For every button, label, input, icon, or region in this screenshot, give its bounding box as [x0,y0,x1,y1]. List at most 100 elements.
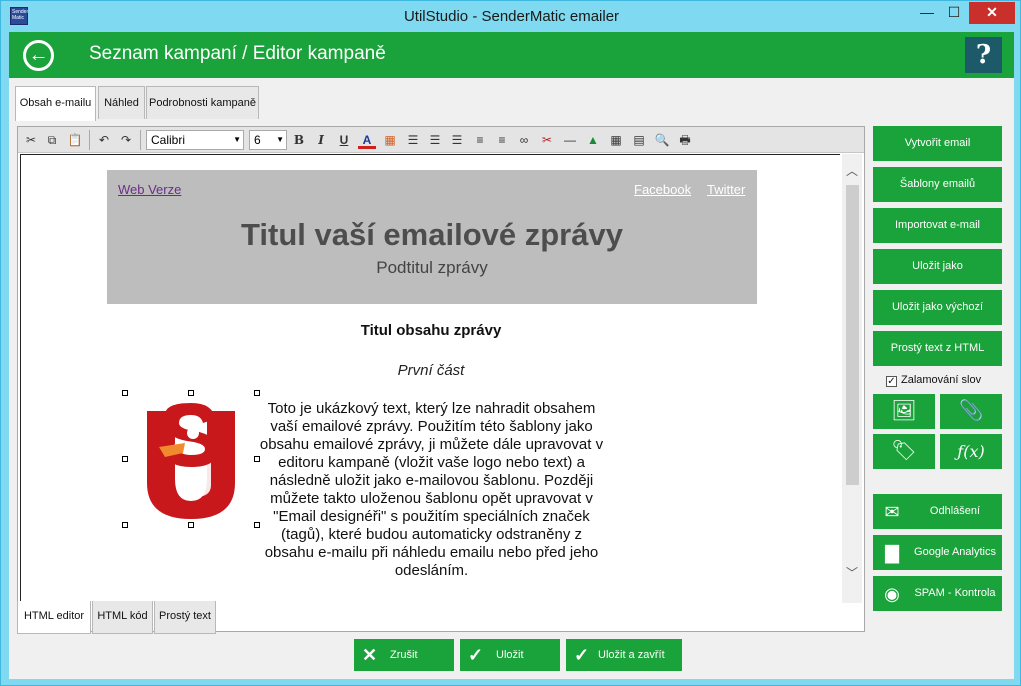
create-email-button[interactable]: Vytvořit email [873,126,1002,161]
save-as-button[interactable]: Uložit jako [873,249,1002,284]
font-size-select[interactable]: 6 ▼ [249,130,287,150]
client-area: ← Seznam kampaní / Editor kampaně ? Obsa… [9,32,1014,679]
word-wrap-label: Zalamování slov [901,374,982,386]
scroll-up-icon[interactable]: ︿ [842,162,862,179]
resize-handle[interactable] [122,390,128,396]
email-title: Titul vaší emailové zprávy [241,217,623,252]
font-size-value: 6 [254,133,261,147]
insert-image-toolbar-icon[interactable]: ▲ [584,131,602,149]
link-icon[interactable]: ∞ [515,131,533,149]
italic-icon[interactable]: I [312,131,330,149]
close-button[interactable]: ✕ [969,2,1015,24]
undo-icon[interactable]: ↶ [95,131,113,149]
insert-image-icon: 🖼 [891,400,917,422]
content-title: Titul obsahu zprávy [360,322,502,339]
align-left-icon[interactable]: ☰ [404,131,422,149]
font-color-icon[interactable]: A [358,131,376,149]
google-analytics-button[interactable]: ▇ Google Analytics [873,535,1002,570]
function-icon: ƒ(x) [957,442,985,461]
app-window: Sender Matic UtilStudio - SenderMatic em… [0,0,1021,686]
selected-logo-image[interactable] [122,390,260,528]
vertical-scrollbar[interactable]: ︿ ﹀ [842,154,862,603]
save-button[interactable]: ✓ Uložit [460,639,560,671]
table-properties-icon[interactable]: ▤ [630,131,648,149]
resize-handle[interactable] [122,456,128,462]
horizontal-line-icon[interactable]: — [561,131,579,149]
help-button[interactable]: ? [965,37,1002,73]
cancel-label: Zrušit [390,649,418,661]
facebook-link[interactable]: Facebook [634,182,691,197]
unsubscribe-button[interactable]: ✉ Odhlášení [873,494,1002,529]
copy-icon[interactable]: ⧉ [43,131,61,149]
underline-icon[interactable]: U [335,131,353,149]
scroll-down-icon[interactable]: ﹀ [842,564,862,581]
editor-toolbar: ✂ ⧉ 📋 ↶ ↷ Calibri ▼ 6 ▼ B I U A ▦ ☰ ☰ ☰ … [18,127,864,153]
save-and-close-button[interactable]: ✓ Uložit a zavřít [566,639,682,671]
resize-handle[interactable] [122,522,128,528]
scroll-thumb[interactable] [846,185,859,485]
toolbar-divider [140,130,141,150]
word-wrap-checkbox[interactable]: ✓ Zalamování slov [886,374,981,387]
bar-chart-icon: ▇ [885,543,899,563]
save-as-default-button[interactable]: Uložit jako výchozí [873,290,1002,325]
checkmark-icon: ✓ [574,645,590,665]
google-analytics-label: Google Analytics [914,546,996,558]
unsubscribe-icon: ✉ [884,502,900,522]
resize-handle[interactable] [254,390,260,396]
html-editor-panel: ✂ ⧉ 📋 ↶ ↷ Calibri ▼ 6 ▼ B I U A ▦ ☰ ☰ ☰ … [17,126,865,632]
email-subtitle: Podtitul zprávy [376,258,488,277]
unsubscribe-label: Odhlášení [929,505,981,517]
align-right-icon[interactable]: ☰ [448,131,466,149]
align-center-icon[interactable]: ☰ [426,131,444,149]
sendermatic-logo-icon [147,403,235,519]
spam-check-label: SPAM - Kontrola [914,587,996,599]
save-and-close-label: Uložit a zavřít [598,649,665,661]
tab-preview[interactable]: Náhled [98,86,145,119]
checkmark-icon: ✓ [468,645,484,665]
numbered-list-icon[interactable]: ≡ [471,131,489,149]
insert-table-icon[interactable]: ▦ [607,131,625,149]
print-icon[interactable]: 🖶 [676,131,694,149]
section-title: První část [397,362,465,379]
paste-icon[interactable]: 📋 [66,131,84,149]
attachment-icon: 📎 [958,400,984,422]
back-button[interactable]: ← [23,40,54,71]
font-family-select[interactable]: Calibri ▼ [146,130,244,150]
twitter-link[interactable]: Twitter [707,182,745,197]
chevron-down-icon: ▼ [276,135,284,144]
resize-handle[interactable] [188,522,194,528]
web-version-link[interactable]: Web Verze [118,182,181,197]
spam-check-button[interactable]: ◉ SPAM - Kontrola [873,576,1002,611]
redo-icon[interactable]: ↷ [117,131,135,149]
email-templates-button[interactable]: Šablony emailů [873,167,1002,202]
plain-text-from-html-button[interactable]: Prostý text z HTML [873,331,1002,366]
email-content-area[interactable]: Web Verze Facebook Twitter Titul vaší em… [20,154,840,603]
bullet-list-icon[interactable]: ≡ [493,131,511,149]
insert-tag-button[interactable]: 🏷 [873,434,935,469]
window-title: UtilStudio - SenderMatic emailer [403,8,620,25]
highlight-color-icon[interactable]: ▦ [381,131,399,149]
save-label: Uložit [496,649,524,661]
attachment-button[interactable]: 📎 [940,394,1002,429]
function-button[interactable]: ƒ(x) [940,434,1002,469]
tab-campaign-details[interactable]: Podrobnosti kampaně [146,86,259,119]
bold-icon[interactable]: B [290,131,308,149]
tab-plain-text[interactable]: Prostý text [154,601,216,634]
find-icon[interactable]: 🔍 [653,131,671,149]
tab-html-code[interactable]: HTML kód [92,601,153,634]
insert-tag-icon: 🏷 [891,440,917,462]
cut-icon[interactable]: ✂ [22,131,40,149]
breadcrumb: Seznam kampaní / Editor kampaně [89,43,386,64]
insert-image-button[interactable]: 🖼 [873,394,935,429]
minimize-button[interactable]: — [914,2,940,24]
tab-html-editor[interactable]: HTML editor [17,601,91,634]
cancel-button[interactable]: ✕ Zrušit [354,639,454,671]
maximize-button[interactable]: ☐ [941,2,967,24]
tab-email-content[interactable]: Obsah e-mailu [15,86,96,121]
arrow-left-icon: ← [28,44,49,66]
close-icon: ✕ [362,645,378,665]
import-email-button[interactable]: Importovat e-mail [873,208,1002,243]
email-body-text: Toto je ukázkový text, který lze nahradi… [259,400,604,579]
resize-handle[interactable] [188,390,194,396]
unlink-icon[interactable]: ✂ [538,131,556,149]
